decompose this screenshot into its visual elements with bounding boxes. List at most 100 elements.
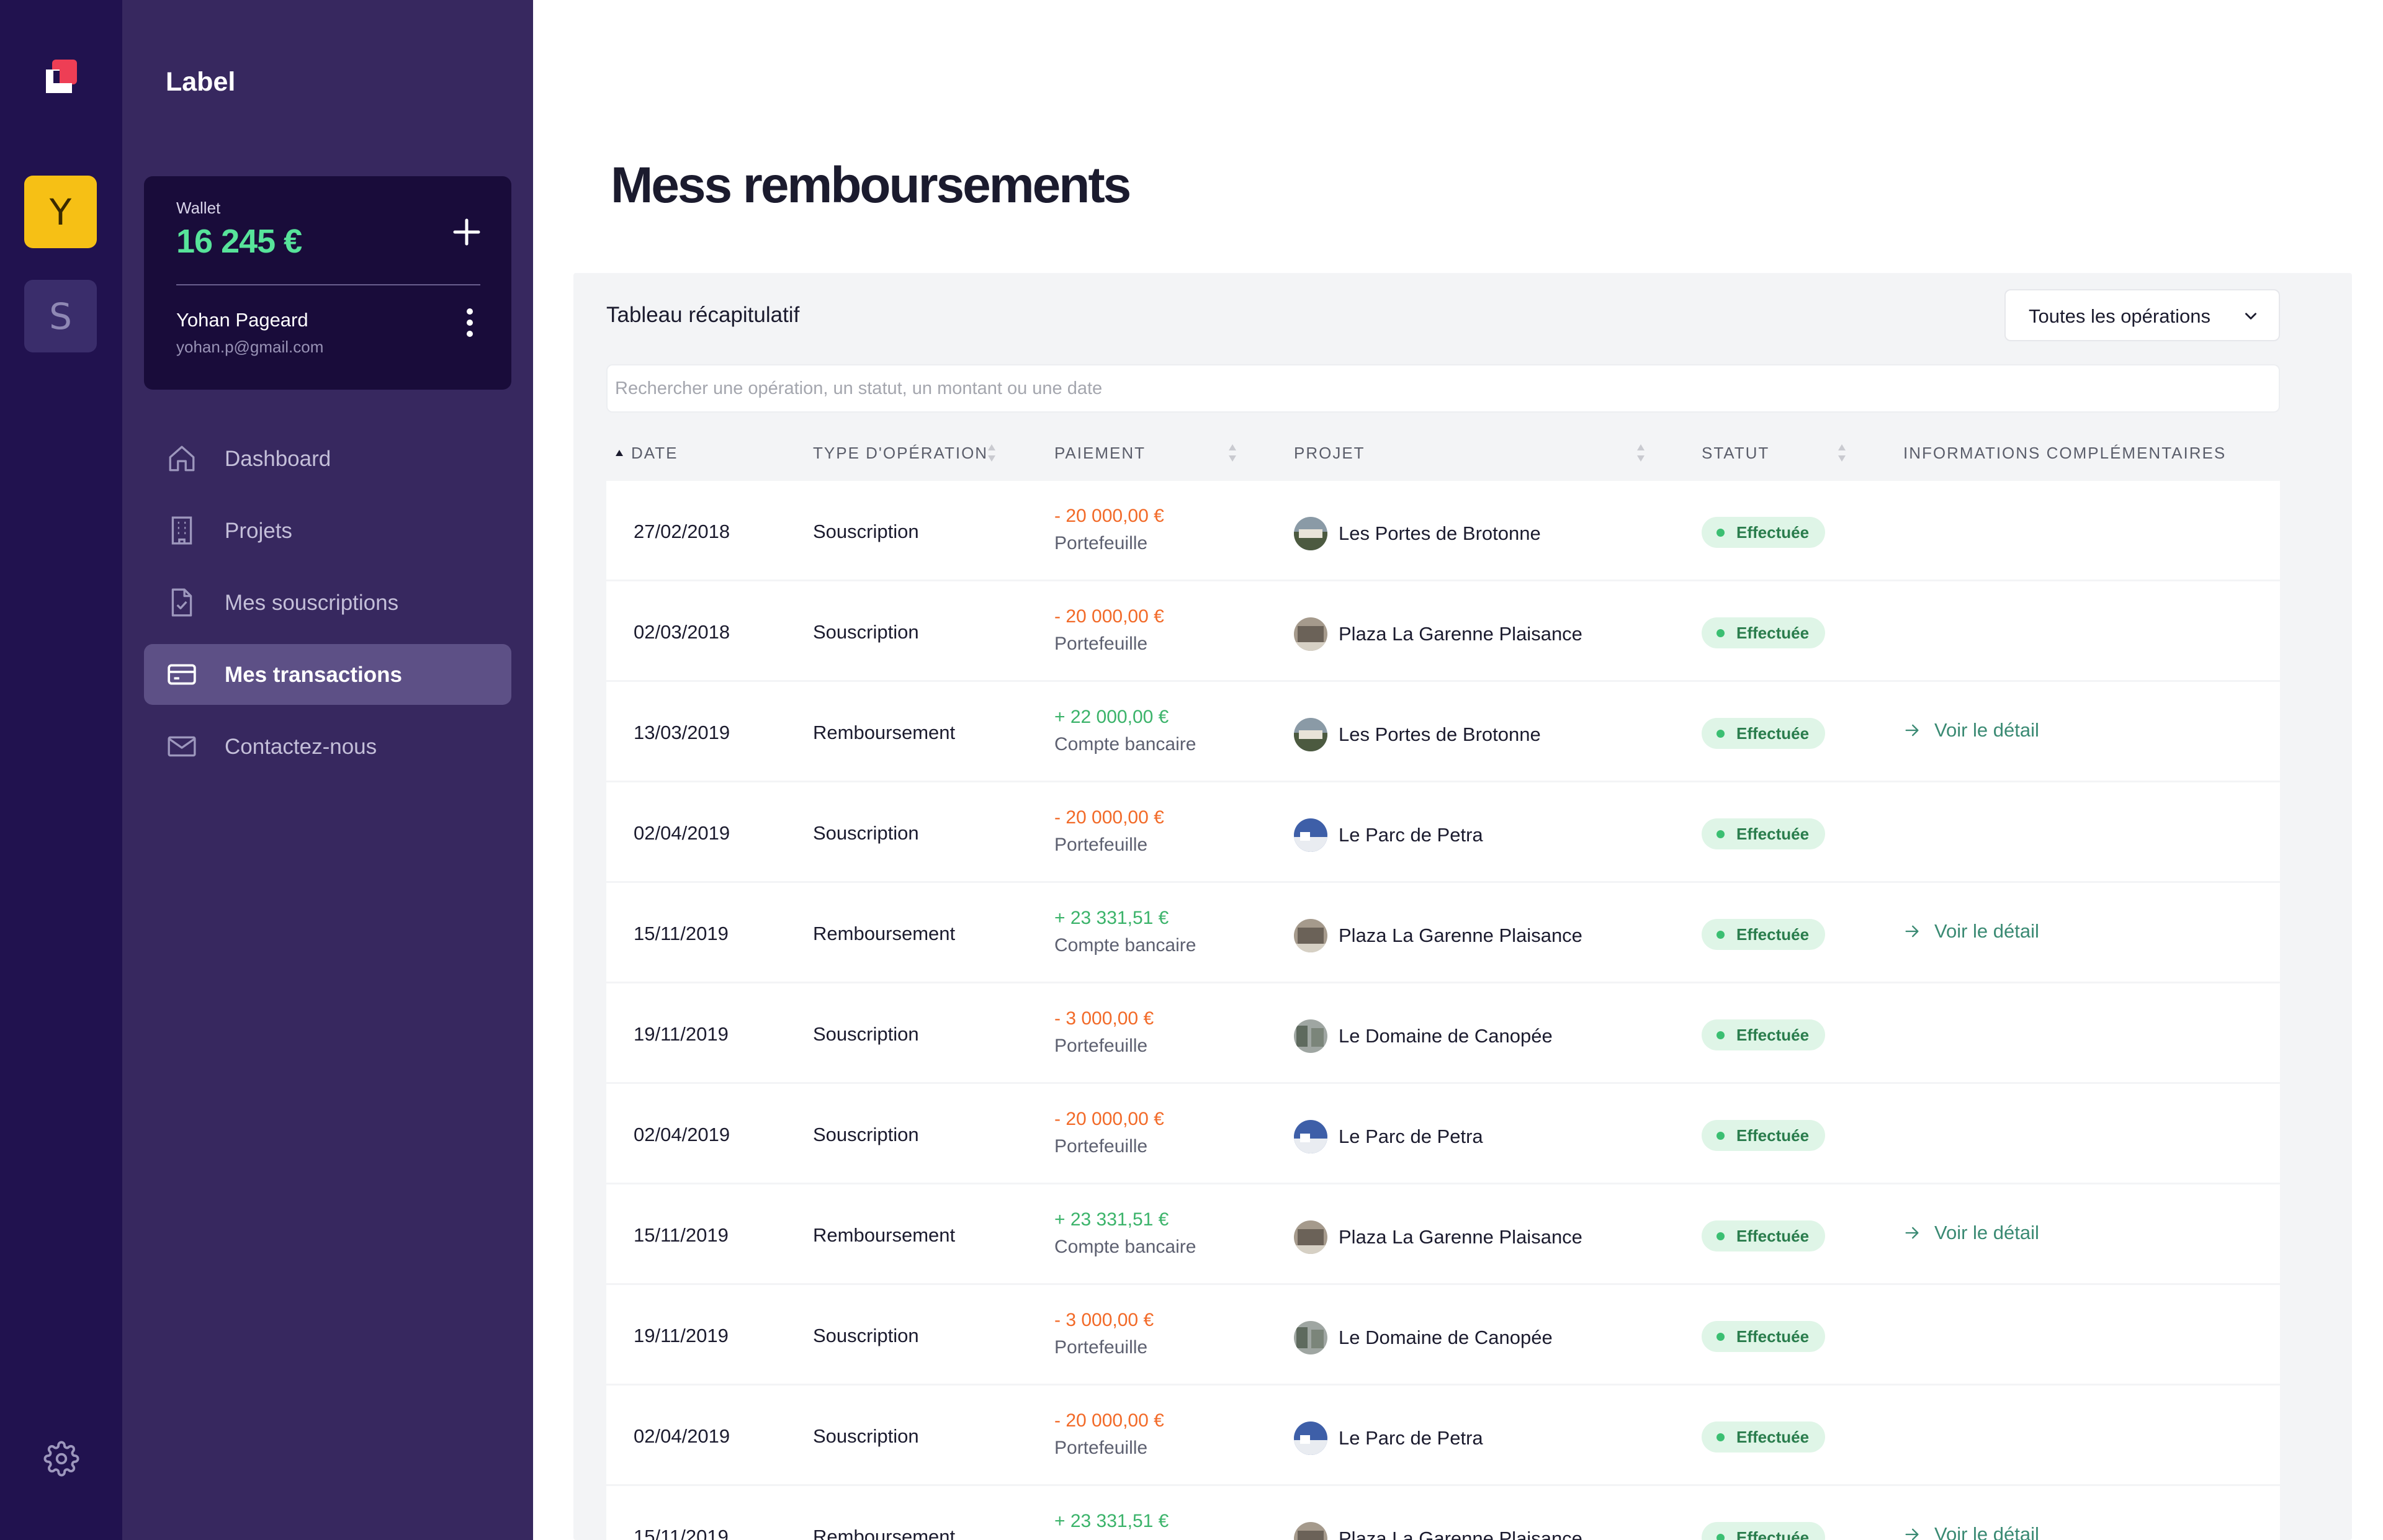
sidebar-item-label: Dashboard <box>225 447 331 471</box>
payment-method: Portefeuille <box>1054 835 1148 855</box>
sidebar-item-contactez-nous[interactable]: Contactez-nous <box>144 716 511 777</box>
wallet-divider <box>176 284 480 285</box>
project-name: Le Parc de Petra <box>1339 824 1483 846</box>
operation-type-cell: Remboursement <box>813 1526 956 1540</box>
payment-method: Compte bancaire <box>1054 935 1196 956</box>
status-label: Effectuée <box>1736 1126 1810 1145</box>
project-thumbnail <box>1294 1421 1327 1455</box>
sort-icon[interactable] <box>1635 442 1646 464</box>
status-badge: Effectuée <box>1702 517 1826 548</box>
status-label: Effectuée <box>1736 522 1810 542</box>
filter-selected-value: Toutes les opérations <box>2029 305 2210 327</box>
mail-icon <box>168 736 196 757</box>
wallet-caption: Wallet <box>176 199 221 217</box>
building-icon <box>171 516 192 545</box>
column-label: PROJET <box>1294 443 1365 462</box>
status-dot <box>1717 730 1725 738</box>
date-cell: 02/04/2019 <box>634 1124 730 1145</box>
date-cell: 02/04/2019 <box>634 1425 730 1447</box>
project-name: Le Domaine de Canopée <box>1339 1025 1553 1047</box>
column-header-type[interactable]: TYPE D'OPÉRATION <box>813 425 988 481</box>
column-header-payment[interactable]: PAIEMENT <box>1054 425 1146 481</box>
add-funds-plus-icon[interactable] <box>445 210 488 254</box>
project-thumbnail <box>1294 1019 1327 1053</box>
view-detail-link[interactable]: Voir le détail <box>1903 1222 2039 1244</box>
date-cell: 02/04/2019 <box>634 822 730 844</box>
column-label: STATUT <box>1702 443 1770 462</box>
arrow-right-icon <box>1905 1528 1919 1540</box>
app-logo-icon[interactable] <box>41 57 81 97</box>
project-cell[interactable]: Plaza La Garenne Plaisance <box>1294 1220 1582 1254</box>
table-row: 02/04/2019 Souscription - 20 000,00 € Porte… <box>606 782 2280 883</box>
project-cell[interactable]: Plaza La Garenne Plaisance <box>1294 617 1582 651</box>
date-cell: 02/03/2018 <box>634 621 730 643</box>
sort-icon[interactable] <box>986 442 997 464</box>
column-header-status[interactable]: STATUT <box>1702 425 1769 481</box>
status-label: Effectuée <box>1736 1528 1810 1540</box>
status-badge: Effectuée <box>1702 1321 1826 1352</box>
date-cell: 13/03/2019 <box>634 722 730 743</box>
sidebar-item-mes-transactions[interactable]: Mes transactions <box>144 644 511 705</box>
column-header-date[interactable]: DATE <box>615 425 678 481</box>
operation-type-cell: Souscription <box>813 1124 919 1145</box>
table-row: 15/11/2019Remboursement+ 23 331,51 €Comp… <box>606 883 2280 983</box>
payment-method: Portefeuille <box>1054 1136 1148 1157</box>
sidebar: Label Wallet 16 245 € Yohan Pageard yoha… <box>122 0 533 1540</box>
more-options-icon[interactable] <box>460 304 479 341</box>
view-detail-link[interactable]: Voir le détail <box>1903 719 2039 741</box>
project-cell[interactable]: Plaza La Garenne Plaisance <box>1294 919 1582 952</box>
status-badge: Effectuée <box>1702 718 1826 749</box>
view-detail-link[interactable]: Voir le détail <box>1903 1523 2039 1540</box>
status-badge: Effectuée <box>1702 818 1826 849</box>
view-detail-link[interactable]: Voir le détail <box>1903 920 2039 942</box>
workspace-button-y[interactable]: Y <box>24 176 97 248</box>
chevron-down-icon <box>2245 313 2256 320</box>
app-window: Y S Label Wallet 16 245 € Yohan Pageard … <box>0 0 2383 1540</box>
column-header-project[interactable]: PROJET <box>1294 425 1365 481</box>
wallet-user-name: Yohan Pageard <box>176 309 308 331</box>
summary-panel: Tableau récapitulatif Toutes les opérati… <box>573 273 2352 1540</box>
project-cell[interactable]: Le Parc de Petra <box>1294 1421 1483 1455</box>
payment-method: Portefeuille <box>1054 1438 1148 1458</box>
project-cell[interactable]: Le Parc de Petra <box>1294 818 1483 852</box>
view-detail-label: Voir le détail <box>1934 1523 2039 1540</box>
project-name: Plaza La Garenne Plaisance <box>1339 623 1582 645</box>
table-row: 19/11/2019 Souscription - 3 000,00 € Portef… <box>606 1285 2280 1386</box>
document-check-icon <box>171 588 192 617</box>
status-label: Effectuée <box>1736 824 1810 843</box>
date-cell: 15/11/2019 <box>634 1526 729 1540</box>
app-label: Label <box>166 67 236 97</box>
wallet-card: Wallet 16 245 € Yohan Pageard yohan.p@gm… <box>144 176 511 390</box>
status-badge: Effectuée <box>1702 617 1826 648</box>
project-cell[interactable]: Le Domaine de Canopée <box>1294 1321 1553 1354</box>
sort-icon[interactable] <box>1227 442 1238 464</box>
sidebar-item-label: Projets <box>225 519 292 543</box>
view-detail-label: Voir le détail <box>1934 1222 2039 1243</box>
home-icon <box>169 445 195 472</box>
project-name: Les Portes de Brotonne <box>1339 723 1541 745</box>
status-badge: Effectuée <box>1702 1522 1826 1540</box>
sidebar-item-projets[interactable]: Projets <box>144 500 511 561</box>
operation-type-cell: Remboursement <box>813 722 956 743</box>
project-cell[interactable]: Le Domaine de Canopée <box>1294 1019 1553 1053</box>
workspace-button-s[interactable]: S <box>24 280 97 352</box>
project-cell[interactable]: Le Parc de Petra <box>1294 1120 1483 1153</box>
status-label: Effectuée <box>1736 1327 1810 1346</box>
operation-type-cell: Remboursement <box>813 1224 956 1246</box>
status-badge: Effectuée <box>1702 1120 1826 1151</box>
settings-gear-icon[interactable] <box>43 1441 79 1477</box>
project-cell[interactable]: Les Portes de Brotonne <box>1294 517 1541 550</box>
project-cell[interactable]: Les Portes de Brotonne <box>1294 718 1541 751</box>
payment-amount: - 20 000,00 € <box>1054 1410 1164 1431</box>
credit-card-icon <box>168 664 196 685</box>
project-cell[interactable]: Plaza La Garenne Plaisance <box>1294 1522 1582 1540</box>
sort-icon[interactable] <box>1836 442 1847 464</box>
sidebar-item-mes-souscriptions[interactable]: Mes souscriptions <box>144 572 511 633</box>
search-input[interactable] <box>606 364 2280 413</box>
table-header: DATE TYPE D'OPÉRATION PAIEMENT PROJET ST… <box>606 425 2280 481</box>
sidebar-item-dashboard[interactable]: Dashboard <box>144 428 511 489</box>
payment-amount: + 22 000,00 € <box>1054 707 1169 727</box>
table-row: 15/11/2019Remboursement+ 23 331,51 €Comp… <box>606 1486 2280 1540</box>
payment-method: Portefeuille <box>1054 633 1148 654</box>
operations-filter-select[interactable]: Toutes les opérations <box>2004 289 2280 341</box>
